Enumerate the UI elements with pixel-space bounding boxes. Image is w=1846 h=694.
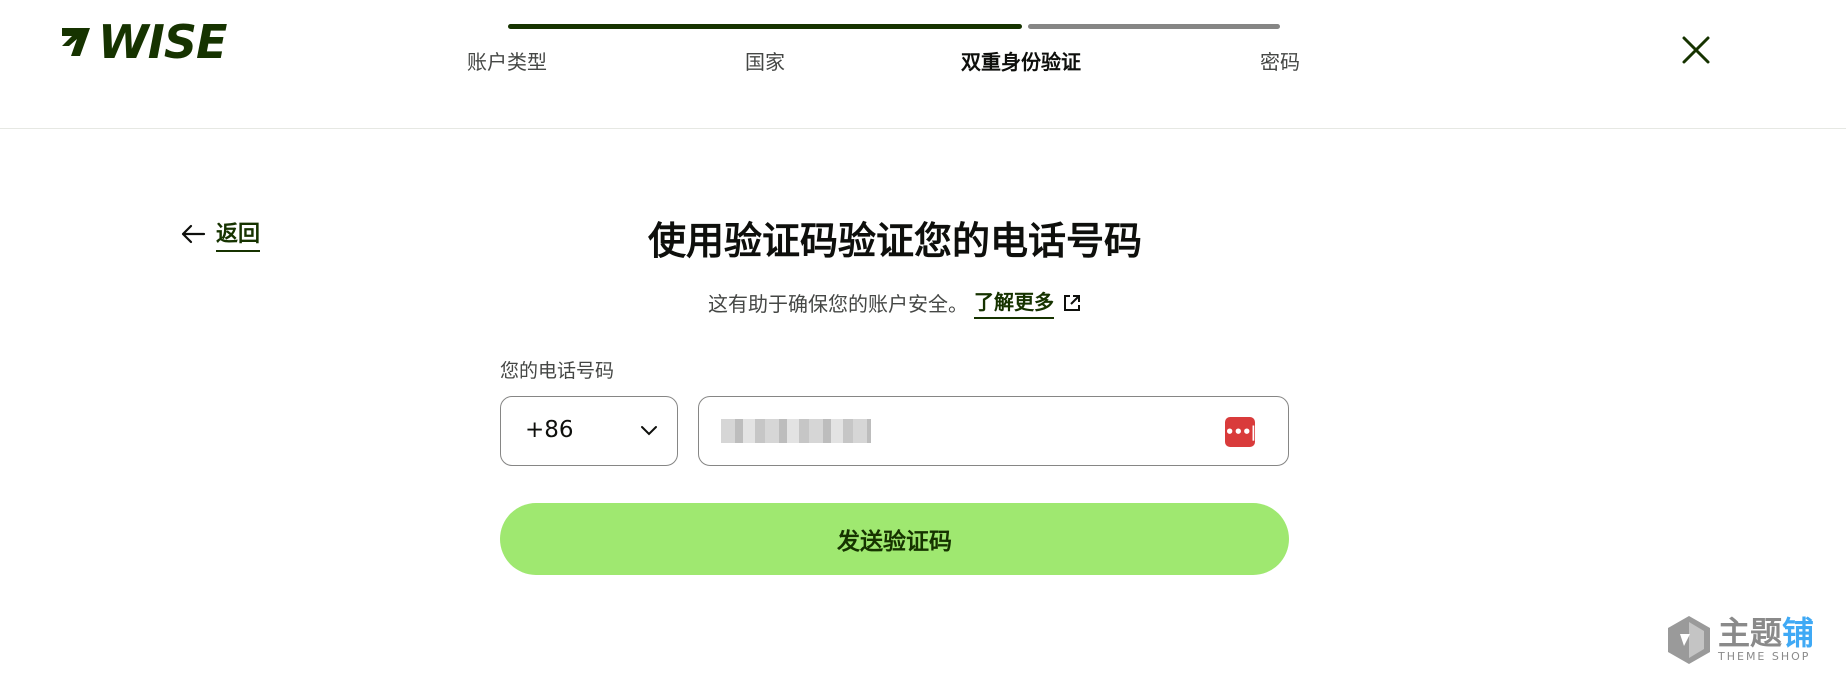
progress-fill	[508, 24, 1022, 29]
learn-more-link[interactable]: 了解更多	[974, 286, 1054, 319]
watermark-title: 主题铺	[1718, 614, 1815, 652]
top-bar: WISE 账户类型 国家 双重身份验证 密码	[0, 0, 1846, 129]
subtitle-row: 这有助于确保您的账户安全。 了解更多	[500, 286, 1290, 319]
back-label: 返回	[216, 216, 261, 252]
step-two-factor: 双重身份验证	[961, 50, 1081, 74]
external-link-icon[interactable]	[1062, 293, 1082, 313]
theme-shop-logo-icon	[1668, 616, 1710, 664]
country-code-value: +86	[525, 417, 574, 443]
subtitle-text: 这有助于确保您的账户安全。	[708, 292, 968, 316]
step-account-type: 账户类型	[467, 50, 547, 74]
back-button[interactable]: 返回	[180, 216, 261, 252]
watermark-text: 主题铺 THEME SHOP	[1718, 616, 1814, 664]
step-country: 国家	[745, 50, 785, 74]
arrow-left-icon	[181, 224, 206, 244]
watermark: 主题铺 THEME SHOP	[1664, 614, 1814, 666]
wise-logo[interactable]: WISE	[58, 15, 227, 69]
send-code-button[interactable]: 发送验证码	[500, 503, 1289, 575]
wise-logo-icon	[62, 28, 90, 56]
progress-bar	[508, 24, 1280, 29]
close-icon[interactable]	[1678, 32, 1714, 68]
password-manager-icon[interactable]: •••|	[1225, 417, 1256, 447]
phone-label: 您的电话号码	[500, 360, 615, 382]
country-code-select[interactable]: +86	[500, 396, 678, 466]
watermark-subtitle: THEME SHOP	[1718, 650, 1811, 663]
logo-text: WISE	[98, 15, 227, 69]
phone-number-value-blurred	[721, 419, 871, 443]
chevron-down-icon	[641, 426, 657, 436]
page-title: 使用验证码验证您的电话号码	[647, 219, 1142, 263]
phone-number-input[interactable]: •••|	[698, 396, 1289, 466]
step-password: 密码	[1260, 50, 1300, 74]
progress-remaining	[1028, 24, 1280, 29]
